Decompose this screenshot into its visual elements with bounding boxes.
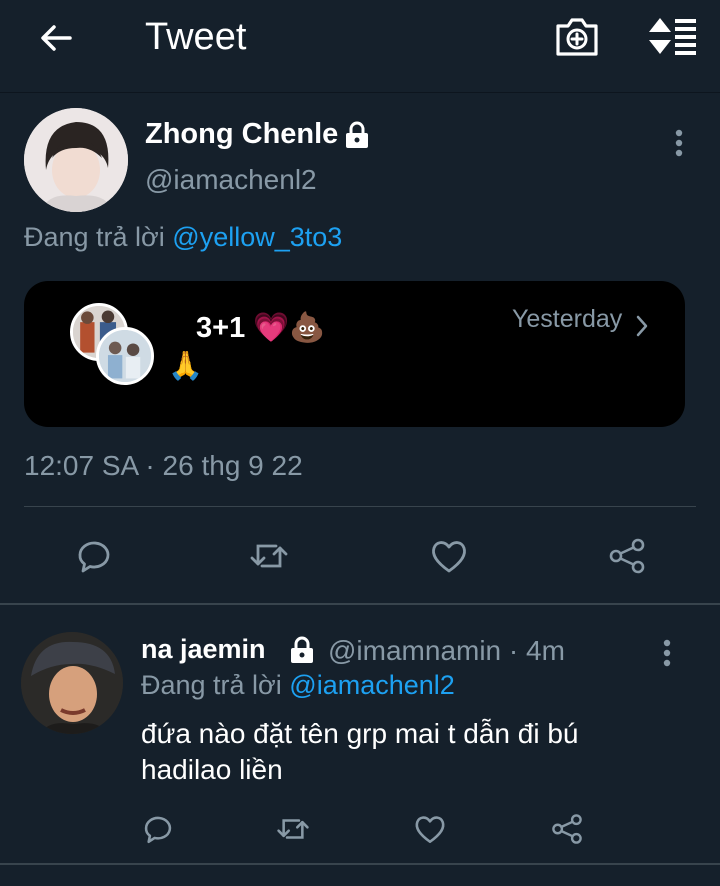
message-time: Yesterday <box>512 305 623 333</box>
group-dm-card[interactable]: 3+1 💗💩 🙏 Yesterday <box>24 281 685 427</box>
replying-to-line: Đang trả lời @iamachenl2 <box>141 670 455 701</box>
retweet-icon[interactable] <box>276 812 310 846</box>
reply-icon[interactable] <box>141 812 175 846</box>
like-icon[interactable] <box>429 536 469 576</box>
reply-icon[interactable] <box>74 536 114 576</box>
top-bar: Tweet <box>0 0 720 93</box>
retweet-icon[interactable] <box>249 536 289 576</box>
avatar[interactable] <box>24 108 128 212</box>
tweet-timestamp: 12:07 SA · 26 thg 9 22 <box>24 450 303 481</box>
mention-link[interactable]: @iamachenl2 <box>289 670 455 700</box>
page-title: Tweet <box>145 16 247 58</box>
camera-plus-icon[interactable] <box>554 14 600 58</box>
lock-icon <box>342 121 372 149</box>
section-divider <box>0 603 720 605</box>
reply-author-name[interactable]: na jaemin <box>141 634 266 665</box>
section-divider <box>0 863 720 865</box>
like-icon[interactable] <box>413 812 447 846</box>
arrow-left-icon[interactable] <box>36 18 76 58</box>
reply-avatar[interactable] <box>21 632 123 734</box>
replying-prefix: Đang trả lời <box>141 670 282 700</box>
reply-author-handle[interactable]: @imamnamin · 4m <box>328 635 565 667</box>
group-name: 3+1 💗💩 <box>196 312 326 344</box>
last-message: 🙏 <box>168 350 203 381</box>
share-icon[interactable] <box>550 812 584 846</box>
group-avatar-2 <box>96 327 154 385</box>
author-name[interactable]: Zhong Chenle <box>145 118 338 151</box>
mention-link[interactable]: @yellow_3to3 <box>172 222 342 252</box>
tweet-text: đứa nào đặt tên grp mai t dẫn đi bú hadi… <box>141 718 579 785</box>
lock-icon <box>287 636 317 664</box>
more-vertical-icon[interactable] <box>674 128 684 158</box>
replying-to-line: Đang trả lời @yellow_3to3 <box>24 222 342 253</box>
divider <box>24 506 696 507</box>
replying-prefix: Đang trả lời <box>24 222 165 252</box>
author-handle[interactable]: @iamachenl2 <box>145 164 317 196</box>
sort-icon[interactable] <box>646 16 698 56</box>
share-icon[interactable] <box>607 536 647 576</box>
chevron-right-icon <box>634 314 650 338</box>
more-vertical-icon[interactable] <box>662 638 672 668</box>
